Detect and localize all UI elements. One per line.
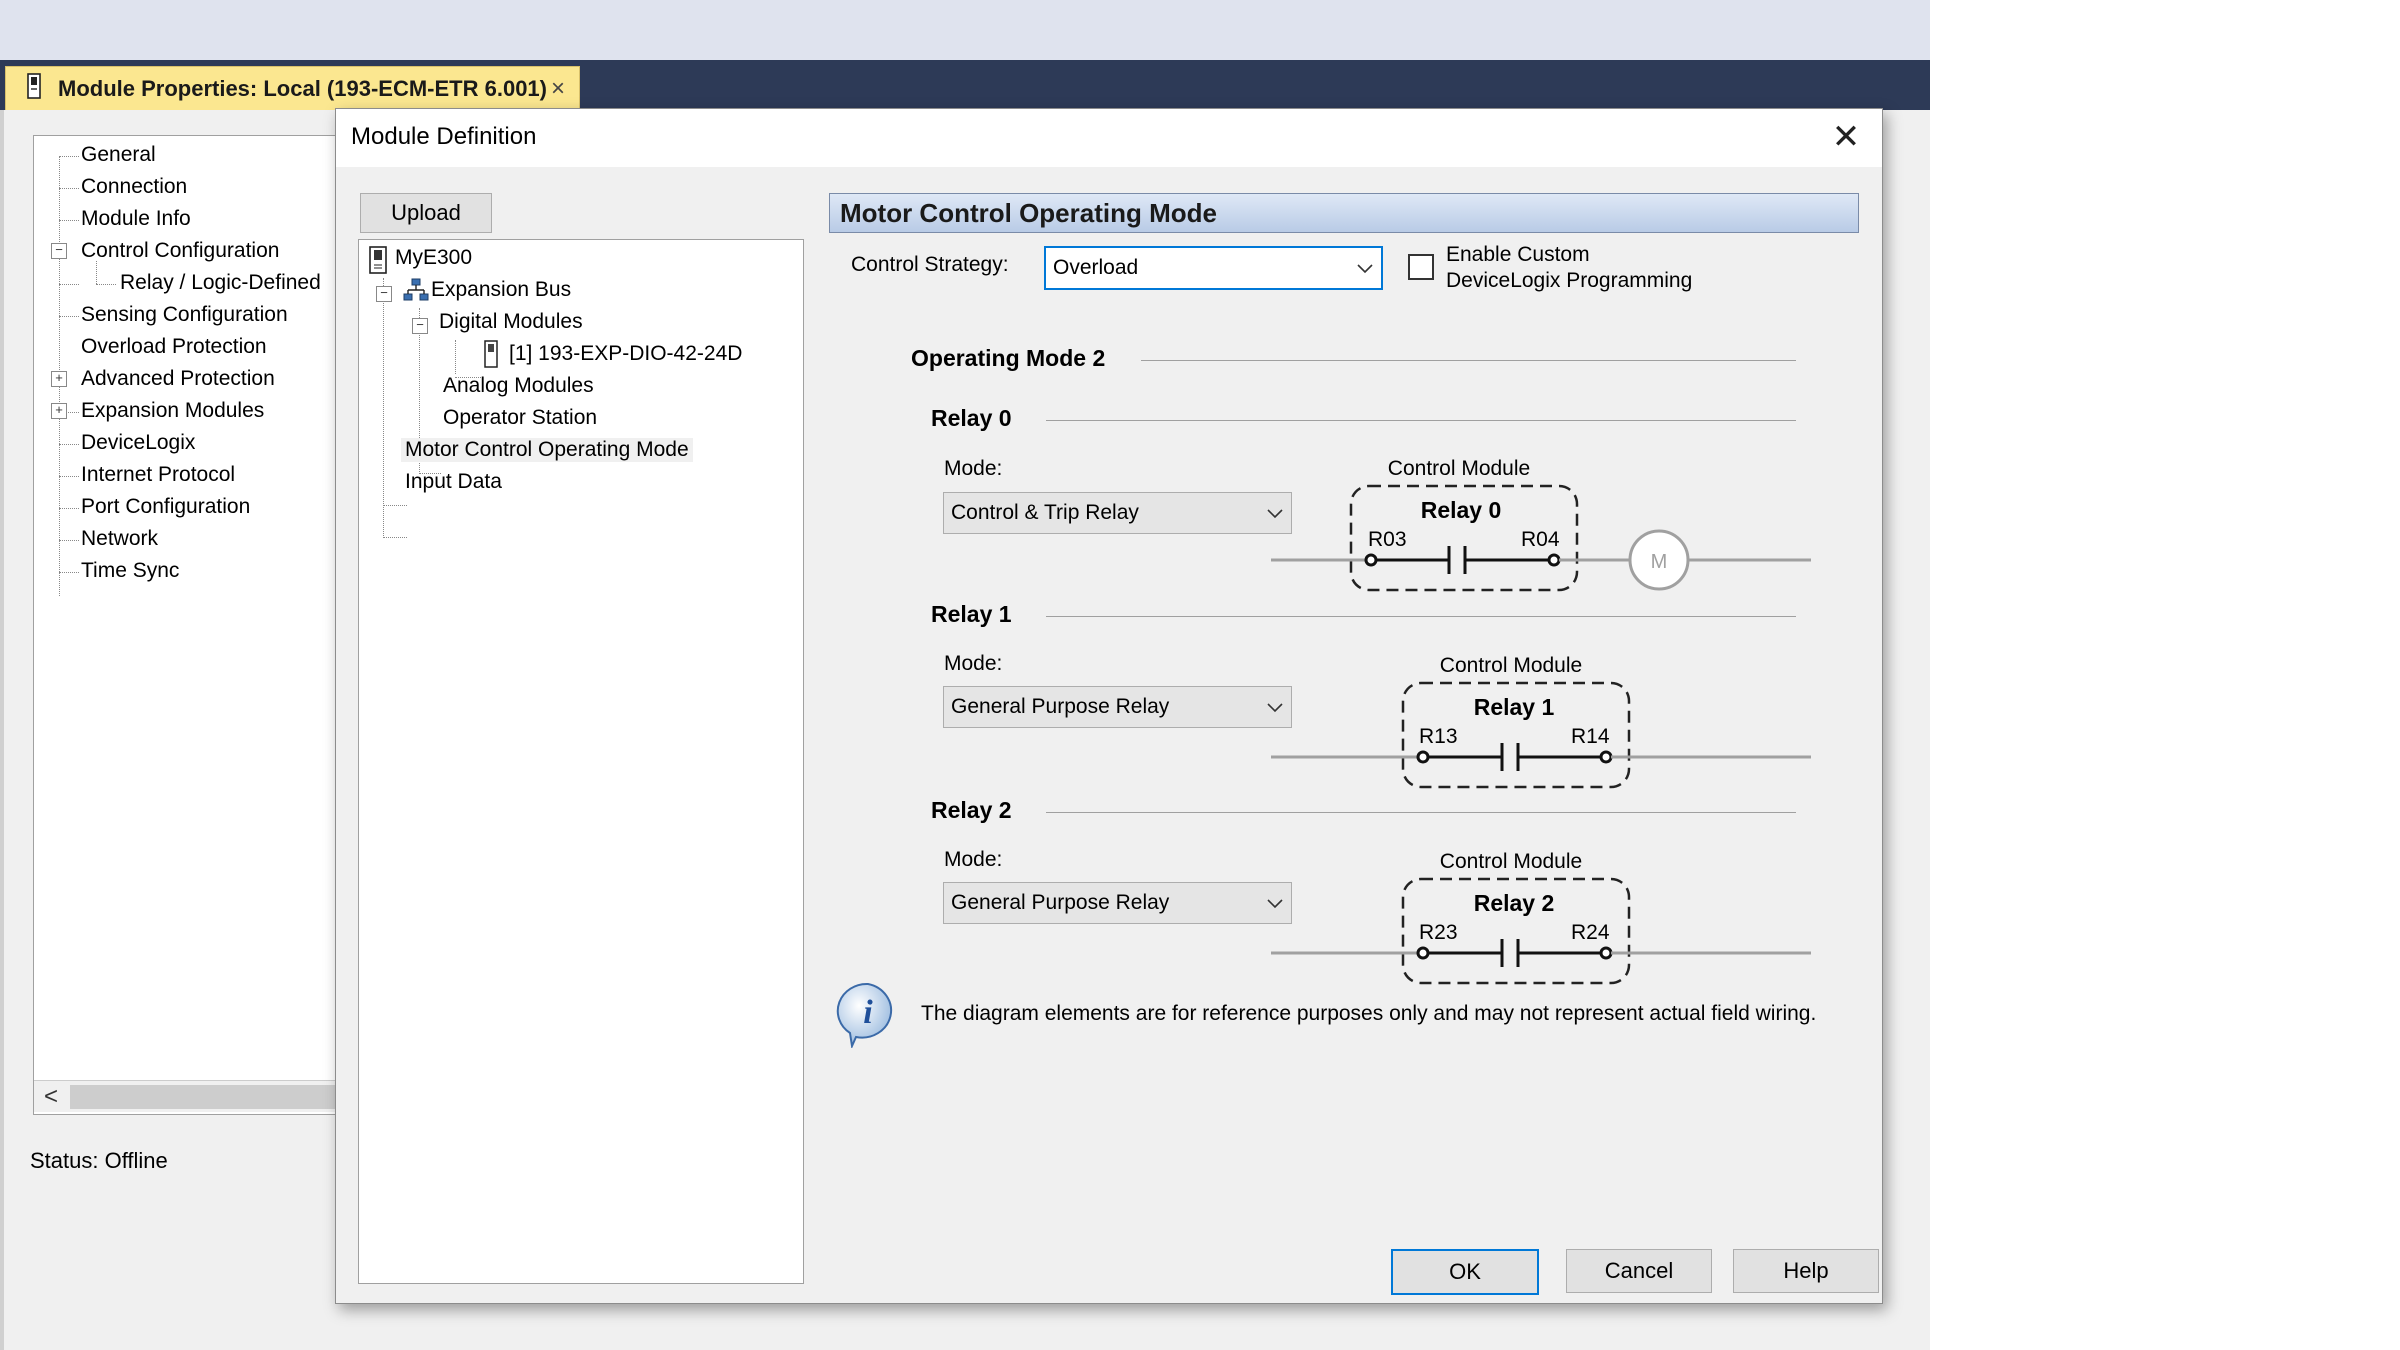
- enable-custom-label-line2: DeviceLogix Programming: [1446, 269, 1693, 292]
- relay-2-mode-label: Mode:: [944, 848, 1003, 871]
- enable-custom-checkbox[interactable]: [1408, 254, 1434, 280]
- relay-0-box-title: Relay 0: [1421, 497, 1502, 523]
- ok-button[interactable]: OK: [1391, 1249, 1539, 1295]
- relay-1-mode-select[interactable]: General Purpose Relay: [943, 686, 1292, 728]
- relay-1-left-terminal: R13: [1419, 725, 1458, 748]
- category-advanced-protection[interactable]: Advanced Protection: [81, 367, 275, 391]
- relay-2-box-title: Relay 2: [1474, 890, 1555, 916]
- relay-2-mode-value: General Purpose Relay: [951, 891, 1170, 914]
- tree-item-analog-modules[interactable]: Analog Modules: [443, 374, 594, 398]
- category-relay-logic-defined[interactable]: Relay / Logic-Defined: [120, 271, 321, 295]
- cancel-button[interactable]: Cancel: [1566, 1249, 1712, 1293]
- relay-2-wiring-diagram: Control Module Relay 2 R23 R24: [1271, 850, 1811, 985]
- relay-0-wiring-diagram: Control Module Relay 0 R03 R04 M: [1271, 457, 1811, 592]
- panel-header: Motor Control Operating Mode: [829, 193, 1859, 233]
- expand-icon[interactable]: +: [51, 403, 67, 419]
- info-icon: i: [836, 982, 893, 1048]
- relay-0-mode-label: Mode:: [944, 457, 1003, 480]
- tree-item-input-data[interactable]: Input Data: [405, 470, 502, 494]
- tree-item-digital-modules[interactable]: Digital Modules: [439, 310, 583, 334]
- relay-1-mode-value: General Purpose Relay: [951, 695, 1170, 718]
- category-tree: − + + General Connection Module Info Con…: [33, 135, 343, 1115]
- scroll-left-icon[interactable]: <: [44, 1083, 58, 1111]
- relay-1-wiring-diagram: Control Module Relay 1 R13 R14: [1271, 654, 1811, 789]
- relay-2-title: Relay 2: [931, 797, 1012, 823]
- close-icon[interactable]: ✕: [1824, 117, 1868, 157]
- category-control-configuration[interactable]: Control Configuration: [81, 239, 279, 263]
- dialog-title: Module Definition: [351, 123, 537, 150]
- relay-0-title: Relay 0: [931, 405, 1012, 431]
- separator: [1046, 812, 1796, 813]
- enable-custom-label-line1: Enable Custom: [1446, 243, 1590, 266]
- separator: [1046, 420, 1796, 421]
- module-icon: [483, 340, 499, 373]
- category-module-info[interactable]: Module Info: [81, 207, 191, 231]
- relay-1-title: Relay 1: [931, 601, 1012, 627]
- control-strategy-select[interactable]: Overload: [1044, 246, 1383, 290]
- chevron-down-icon: [1357, 256, 1373, 280]
- relay-1-right-terminal: R14: [1571, 725, 1610, 748]
- expand-icon[interactable]: +: [51, 371, 67, 387]
- category-overload-protection[interactable]: Overload Protection: [81, 335, 267, 359]
- category-internet-protocol[interactable]: Internet Protocol: [81, 463, 235, 487]
- category-expansion-modules[interactable]: Expansion Modules: [81, 399, 264, 423]
- separator: [1141, 360, 1796, 361]
- blank-area: [1930, 0, 2400, 1350]
- relay-0-left-terminal: R03: [1368, 528, 1407, 551]
- separator: [1046, 616, 1796, 617]
- document-tab[interactable]: Module Properties: Local (193-ECM-ETR 6.…: [5, 66, 580, 110]
- horizontal-scrollbar[interactable]: <: [34, 1080, 343, 1112]
- category-sensing-configuration[interactable]: Sensing Configuration: [81, 303, 288, 327]
- tree-item-expansion-bus[interactable]: Expansion Bus: [431, 278, 571, 302]
- relay-2-left-terminal: R23: [1419, 921, 1458, 944]
- network-icon: [403, 278, 429, 307]
- relay-2-right-terminal: R24: [1571, 921, 1610, 944]
- tree-item-motor-control-operating-mode[interactable]: Motor Control Operating Mode: [401, 438, 693, 462]
- close-tab-icon[interactable]: ×: [551, 75, 565, 103]
- info-message: The diagram elements are for reference p…: [921, 1002, 1817, 1025]
- dialog-titlebar[interactable]: [336, 109, 1882, 167]
- relay-2-module-label: Control Module: [1440, 850, 1582, 873]
- device-icon: [367, 246, 389, 279]
- operating-mode-title: Operating Mode 2: [911, 345, 1106, 371]
- relay-2-mode-select[interactable]: General Purpose Relay: [943, 882, 1292, 924]
- tree-item-operator-station[interactable]: Operator Station: [443, 406, 597, 430]
- collapse-icon[interactable]: −: [412, 318, 428, 334]
- document-tab-title: Module Properties: Local (193-ECM-ETR 6.…: [58, 75, 547, 101]
- module-icon: [20, 72, 48, 105]
- category-port-configuration[interactable]: Port Configuration: [81, 495, 250, 519]
- control-strategy-value: Overload: [1053, 256, 1139, 279]
- relay-0-mode-select[interactable]: Control & Trip Relay: [943, 492, 1292, 534]
- tree-item-193-exp-dio[interactable]: [1] 193-EXP-DIO-42-24D: [509, 342, 742, 366]
- window-top-strip: [0, 0, 1930, 60]
- relay-0-mode-value: Control & Trip Relay: [951, 501, 1139, 524]
- relay-1-module-label: Control Module: [1440, 654, 1582, 677]
- category-network[interactable]: Network: [81, 527, 158, 551]
- category-time-sync[interactable]: Time Sync: [81, 559, 179, 583]
- relay-1-mode-label: Mode:: [944, 652, 1003, 675]
- collapse-icon[interactable]: −: [376, 286, 392, 302]
- scrollbar-thumb[interactable]: [70, 1085, 340, 1109]
- upload-button[interactable]: Upload: [360, 193, 492, 233]
- relay-0-module-label: Control Module: [1388, 457, 1530, 480]
- module-definition-dialog: Module Definition ✕ Upload − − MyE300 Ex…: [335, 108, 1883, 1304]
- motor-label: M: [1651, 551, 1668, 573]
- category-general[interactable]: General: [81, 143, 156, 167]
- category-devicelogix[interactable]: DeviceLogix: [81, 431, 195, 455]
- relay-1-box-title: Relay 1: [1474, 694, 1555, 720]
- collapse-icon[interactable]: −: [51, 243, 67, 259]
- module-tree: − − MyE300 Expansion Bus Digital Modules…: [358, 239, 804, 1284]
- info-icon-glyph: i: [863, 994, 873, 1031]
- status-text: Status: Offline: [30, 1148, 168, 1173]
- relay-0-right-terminal: R04: [1521, 528, 1560, 551]
- category-connection[interactable]: Connection: [81, 175, 187, 199]
- tree-item-mye300[interactable]: MyE300: [395, 246, 472, 270]
- help-button[interactable]: Help: [1733, 1249, 1879, 1293]
- control-strategy-label: Control Strategy:: [851, 253, 1009, 276]
